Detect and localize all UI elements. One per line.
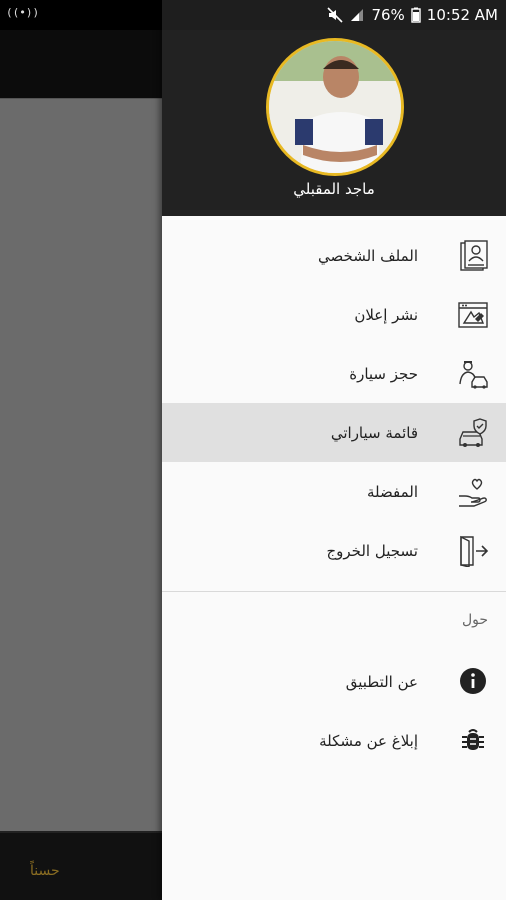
menu-item-profile[interactable]: الملف الشخصي	[162, 226, 506, 285]
profile-icon	[460, 240, 488, 271]
menu-item-book-car[interactable]: حجز سيارة	[162, 344, 506, 403]
status-bar: 76% 10:52 AM	[162, 0, 506, 30]
about-menu: عن التطبيق إبلاغ عن مشكلة	[162, 652, 506, 770]
battery-icon	[411, 7, 421, 23]
background-bottom-bar: حسناً	[0, 831, 162, 900]
background-app: ((•)) حسناً	[0, 0, 162, 900]
menu-item-about-app[interactable]: عن التطبيق	[162, 652, 506, 711]
background-status-bar: ((•))	[0, 0, 162, 30]
menu-item-favorites[interactable]: المفضلة	[162, 462, 506, 521]
user-name: ماجد المقبلي	[293, 180, 375, 198]
signal-icon	[349, 7, 365, 23]
menu-item-label: تسجيل الخروج	[326, 541, 418, 560]
ok-button[interactable]: حسناً	[30, 863, 60, 879]
about-section-title: حول	[461, 612, 488, 628]
menu-item-my-cars[interactable]: قائمة سياراتي	[162, 403, 506, 462]
clock: 10:52 AM	[426, 6, 498, 24]
menu-item-label: عن التطبيق	[345, 672, 418, 691]
info-icon	[460, 668, 486, 694]
mute-icon	[327, 7, 344, 23]
menu-item-label: إبلاغ عن مشكلة	[319, 731, 418, 750]
drawer-menu: الملف الشخصي نشر إعلان حجز سيارة قائمة س…	[162, 226, 506, 580]
menu-divider	[162, 591, 506, 592]
post-ad-icon	[458, 302, 488, 328]
my-cars-icon	[459, 418, 487, 447]
drawer-header: ماجد المقبلي	[162, 30, 506, 216]
menu-item-label: حجز سيارة	[349, 364, 418, 383]
background-content-scrim[interactable]	[0, 98, 162, 831]
background-toolbar	[0, 30, 162, 98]
menu-item-logout[interactable]: تسجيل الخروج	[162, 521, 506, 580]
menu-item-label: المفضلة	[366, 482, 418, 501]
book-car-icon	[459, 361, 488, 389]
logout-icon	[460, 535, 489, 567]
menu-item-label: قائمة سياراتي	[330, 423, 418, 442]
menu-item-post-ad[interactable]: نشر إعلان	[162, 285, 506, 344]
navigation-drawer: 76% 10:52 AM ماجد المقبلي الملف الشخصي ن…	[162, 0, 506, 900]
bug-icon	[462, 729, 484, 750]
menu-item-label: الملف الشخصي	[318, 246, 418, 265]
favorites-icon	[459, 478, 487, 507]
wifi-signal-icon: ((•))	[6, 6, 40, 19]
menu-item-label: نشر إعلان	[354, 305, 418, 324]
battery-percentage: 76%	[371, 6, 405, 24]
menu-item-report-problem[interactable]: إبلاغ عن مشكلة	[162, 711, 506, 770]
avatar[interactable]	[266, 38, 404, 176]
